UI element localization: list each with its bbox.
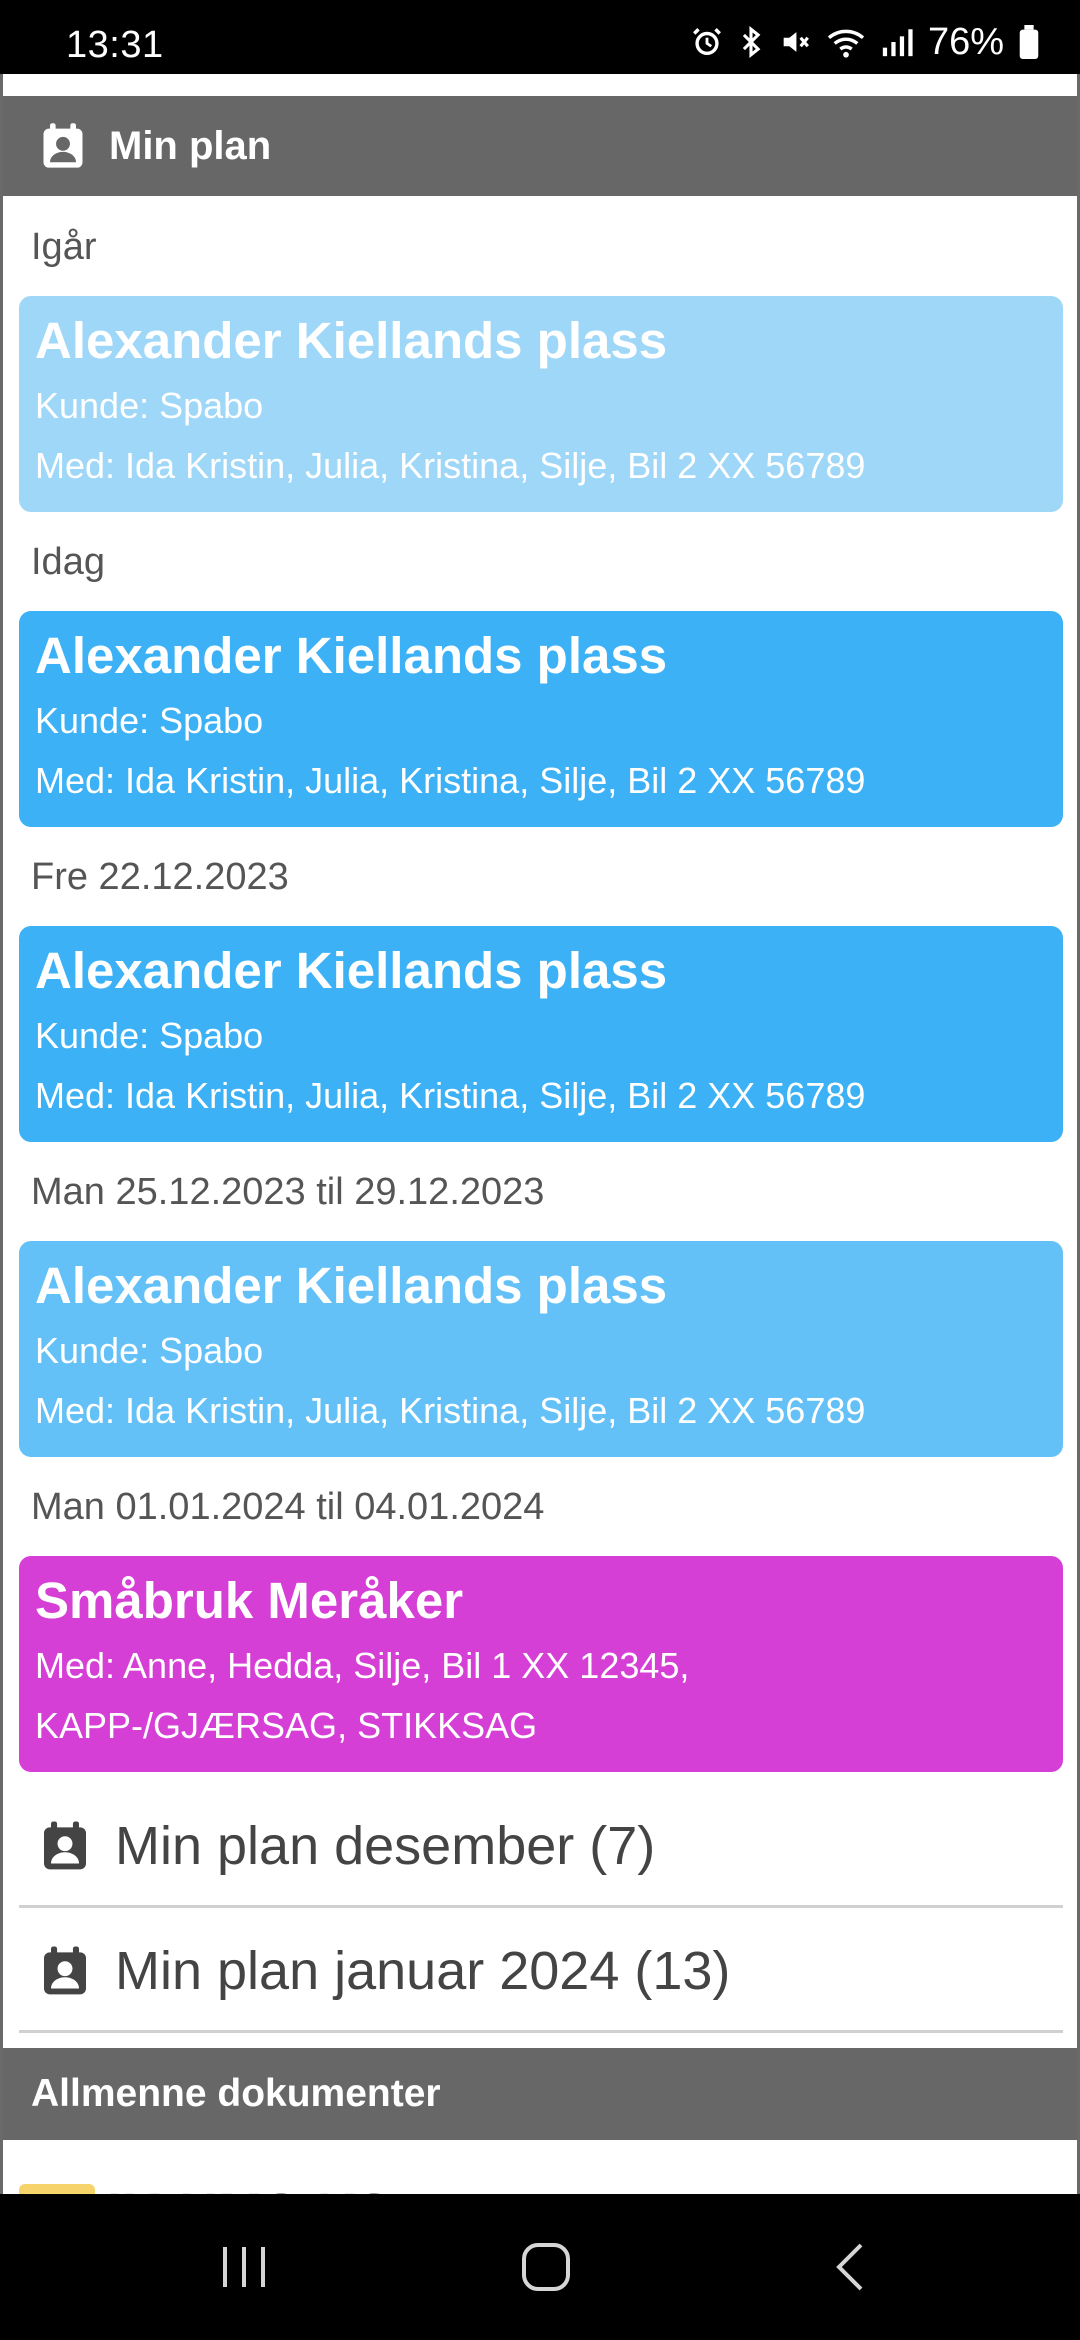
document-item[interactable]: IK-HMS-KS — [19, 2172, 619, 2194]
card-participants: Med: Ida Kristin, Julia, Kristina, Silje… — [35, 1075, 866, 1116]
card-participants: Med: Anne, Hedda, Silje, Bil 1 XX 12345, — [35, 1645, 690, 1686]
calendar-person-icon — [44, 1946, 86, 1994]
card-participants: Med: Ida Kristin, Julia, Kristina, Silje… — [35, 1390, 866, 1431]
home-icon — [522, 2243, 570, 2291]
date-label: Igår — [31, 226, 97, 268]
plan-card[interactable]: Småbruk Meråker Med: Anne, Hedda, Silje,… — [19, 1556, 1063, 1772]
date-label: Man 25.12.2023 til 29.12.2023 — [31, 1171, 545, 1213]
calendar-person-icon — [44, 1821, 86, 1869]
plan-link-january[interactable]: Min plan januar 2024 (13) — [19, 1911, 1063, 2033]
documents-header: Allmenne dokumenter — [3, 2048, 1077, 2140]
app-content: Min plan Igår Alexander Kiellands plass … — [0, 74, 1080, 2194]
document-item-label: IK-HMS-KS — [107, 2182, 392, 2194]
card-title: Alexander Kiellands plass — [35, 942, 668, 999]
battery-icon — [1019, 25, 1039, 59]
date-label: Man 01.01.2024 til 04.01.2024 — [31, 1486, 545, 1528]
card-customer: Kunde: Spabo — [35, 1015, 264, 1056]
wifi-icon — [827, 29, 865, 58]
card-participants: Med: Ida Kristin, Julia, Kristina, Silje… — [35, 445, 866, 486]
card-customer: Kunde: Spabo — [35, 385, 264, 426]
signal-icon — [882, 29, 913, 57]
back-button[interactable] — [760, 2194, 940, 2340]
recent-apps-button[interactable] — [154, 2194, 334, 2340]
card-title: Alexander Kiellands plass — [35, 1257, 668, 1314]
card-customer: Kunde: Spabo — [35, 700, 264, 741]
page-title: Min plan — [109, 123, 272, 168]
folder-icon — [19, 2184, 95, 2194]
back-icon — [836, 2243, 863, 2291]
card-customer: Kunde: Spabo — [35, 1330, 264, 1371]
plan-link-label: Min plan desember (7) — [115, 1815, 656, 1876]
navigation-bar — [0, 2194, 1080, 2340]
bluetooth-icon — [742, 26, 761, 58]
plan-card[interactable]: Alexander Kiellands plass Kunde: Spabo M… — [19, 1241, 1063, 1457]
documents-title: Allmenne dokumenter — [31, 2072, 441, 2115]
card-title: Småbruk Meråker — [35, 1572, 464, 1629]
calendar-person-icon — [43, 123, 83, 168]
recent-apps-icon — [223, 2247, 265, 2287]
plan-link-december[interactable]: Min plan desember (7) — [19, 1786, 1063, 1908]
mute-icon — [783, 32, 809, 52]
date-label: Fre 22.12.2023 — [31, 856, 289, 898]
status-bar: 13:31 76% — [0, 0, 1080, 74]
plan-header: Min plan — [3, 96, 1077, 196]
plan-card[interactable]: Alexander Kiellands plass Kunde: Spabo M… — [19, 926, 1063, 1142]
plan-link-label: Min plan januar 2024 (13) — [115, 1940, 731, 2001]
date-label: Idag — [31, 541, 105, 583]
plan-card[interactable]: Alexander Kiellands plass Kunde: Spabo M… — [19, 296, 1063, 512]
card-title: Alexander Kiellands plass — [35, 627, 668, 684]
alarm-icon — [692, 28, 721, 56]
status-icons: 76% — [690, 20, 1040, 63]
card-equipment: KAPP-/GJÆRSAG, STIKKSAG — [35, 1705, 538, 1746]
home-button[interactable] — [456, 2194, 636, 2340]
plan-card[interactable]: Alexander Kiellands plass Kunde: Spabo M… — [19, 611, 1063, 827]
status-time: 13:31 — [66, 24, 164, 66]
card-participants: Med: Ida Kristin, Julia, Kristina, Silje… — [35, 760, 866, 801]
battery-percentage: 76% — [927, 20, 1004, 63]
card-title: Alexander Kiellands plass — [35, 312, 668, 369]
